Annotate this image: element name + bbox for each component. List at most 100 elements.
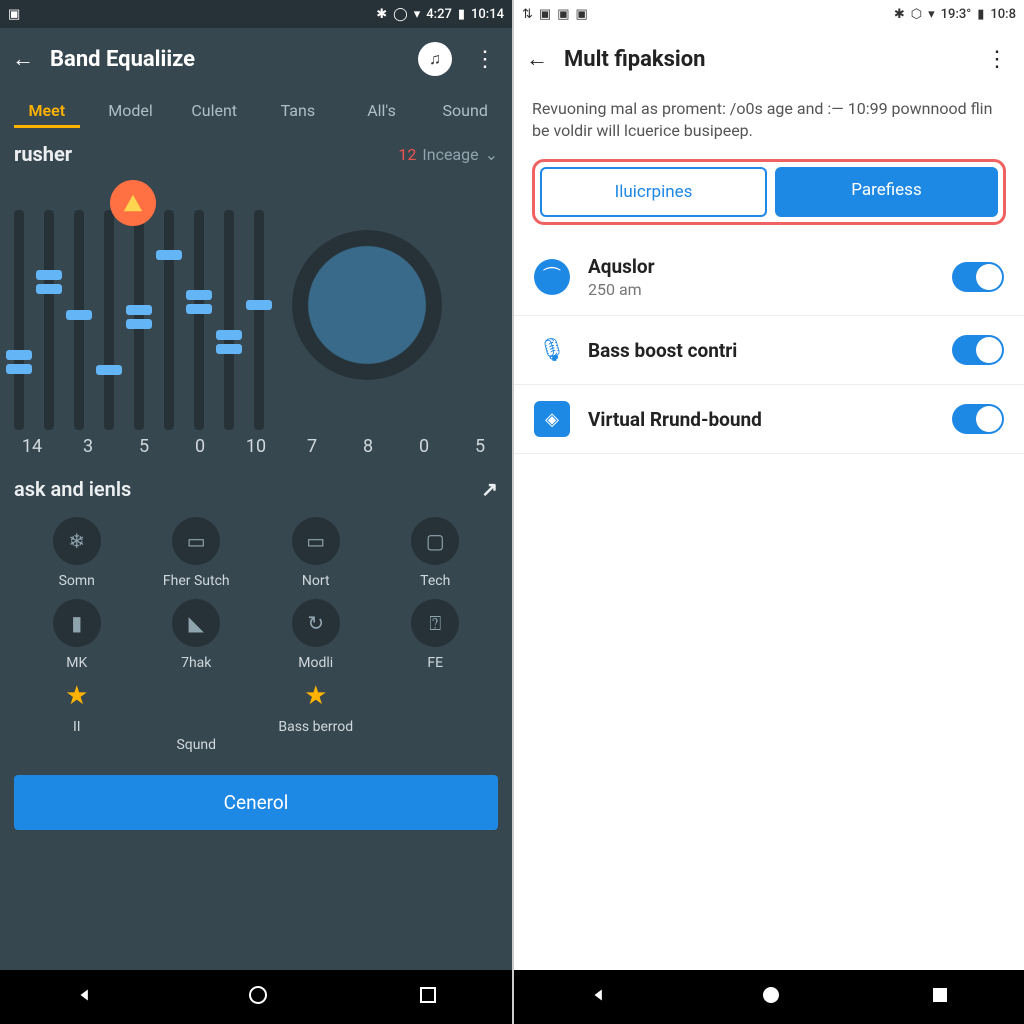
- row-virtual-surround[interactable]: ◈ Virtual Rrund-bound: [514, 385, 1024, 454]
- slider-thumb[interactable]: [66, 310, 92, 320]
- eq-slider[interactable]: [44, 210, 54, 430]
- shield-icon: ⬡: [911, 7, 922, 22]
- status-bar: ⇅ ▣ ▣ ▣ ✱ ⬡ ▾ 19:3° ▮ 10:8: [514, 0, 1024, 28]
- battery-icon: ▮: [977, 7, 984, 22]
- tab-model[interactable]: Model: [90, 101, 172, 120]
- segmented-control: Iluicrpines Parefiess: [532, 159, 1006, 225]
- app-bar: ← Band Equaliize ♫ ⋮: [0, 28, 512, 90]
- preset-item[interactable]: ▢Tech: [379, 517, 493, 589]
- preset-item[interactable]: ▮MK: [20, 599, 134, 671]
- expand-icon[interactable]: ↗: [481, 477, 498, 501]
- snowflake-icon: ✱: [894, 7, 905, 22]
- tab-sound[interactable]: Sound: [424, 101, 506, 120]
- slider-thumb[interactable]: [186, 290, 212, 300]
- star-icon: ★: [65, 681, 88, 711]
- eq-slider[interactable]: [104, 210, 114, 430]
- shield-icon: ◯: [393, 7, 408, 22]
- surround-icon: ◈: [534, 401, 570, 437]
- page-title: Mult fipaksion: [564, 47, 964, 72]
- tab-bar: Meet Model Culent Tans All's Sound: [0, 90, 512, 130]
- eq-slider[interactable]: [74, 210, 84, 430]
- music-action[interactable]: ♫: [418, 42, 452, 76]
- clock-1: 19:3°: [941, 7, 972, 22]
- scale-value: 3: [70, 436, 106, 457]
- preset-label: Tech: [420, 573, 450, 589]
- notif-icon: ▣: [557, 7, 569, 22]
- notif-icon: ⇅: [522, 7, 533, 22]
- eq-slider[interactable]: [194, 210, 204, 430]
- status-bar: ▣ ✱ ◯ ▾ 4:27 ▮ 10:14: [0, 0, 512, 28]
- preset-item[interactable]: ⍰FE: [379, 599, 493, 671]
- preset-item[interactable]: ▭Fher Sutch: [140, 517, 254, 589]
- preset-label: II: [73, 719, 81, 735]
- slider-thumb[interactable]: [126, 305, 152, 315]
- nav-bar: [0, 970, 512, 1024]
- row-bass-boost[interactable]: 🎙 Bass boost contri: [514, 316, 1024, 385]
- back-icon[interactable]: ←: [526, 46, 548, 72]
- back-icon[interactable]: ←: [12, 46, 34, 72]
- segment-b[interactable]: Parefiess: [775, 167, 998, 217]
- preset-label: Nort: [302, 573, 330, 589]
- nav-back-icon[interactable]: [589, 984, 611, 1010]
- slider-thumb[interactable]: [6, 350, 32, 360]
- preset-icon: ◣: [172, 599, 220, 647]
- overflow-menu-icon[interactable]: ⋮: [980, 47, 1012, 72]
- preset-label: FE: [427, 655, 443, 671]
- slider-thumb[interactable]: [36, 270, 62, 280]
- nav-recent-icon[interactable]: [419, 986, 437, 1008]
- preset-grid: ❄Somn▭Fher Sutch ▭ Nort ▢Tech ▮MK◣7hak↻Modli…: [0, 511, 512, 765]
- preset-icon: [172, 681, 220, 729]
- scale-value: 0: [182, 436, 218, 457]
- preset-icon: ▭: [292, 517, 340, 565]
- eq-slider[interactable]: [224, 210, 234, 430]
- preset-icon: ❄: [53, 517, 101, 565]
- nav-recent-icon[interactable]: [931, 986, 949, 1008]
- preset-item[interactable]: ◣7hak: [140, 599, 254, 671]
- gain-knob[interactable]: [292, 230, 442, 380]
- nav-home-icon[interactable]: [761, 985, 781, 1009]
- wifi-icon: ▾: [928, 7, 935, 22]
- overflow-menu-icon[interactable]: ⋮: [468, 47, 500, 72]
- description-text: Revuoning mal as proment: /o0s age and :…: [514, 90, 1024, 155]
- snowflake-icon: ✱: [376, 7, 387, 22]
- preset-item[interactable]: ▭ Nort: [259, 517, 373, 589]
- slider-thumb[interactable]: [156, 250, 182, 260]
- eq-slider[interactable]: [134, 210, 144, 430]
- scale-value: 5: [126, 436, 162, 457]
- clock-2: 10:14: [471, 7, 504, 22]
- scale-value: 7: [294, 436, 330, 457]
- slider-thumb[interactable]: [96, 365, 122, 375]
- slider-thumb[interactable]: [216, 330, 242, 340]
- preset-item[interactable]: ↻Modli: [259, 599, 373, 671]
- slider-thumb[interactable]: [246, 300, 272, 310]
- preset-mode: Inceage: [422, 145, 478, 164]
- tab-meet[interactable]: Meet: [6, 101, 88, 120]
- row-aquslor[interactable]: ⏜ Aquslor 250 am: [514, 239, 1024, 316]
- app-bar: ← Mult fipaksion ⋮: [514, 28, 1024, 90]
- battery-icon: ▮: [458, 7, 465, 22]
- nav-back-icon[interactable]: [75, 984, 97, 1010]
- preset-item[interactable]: ★ II: [20, 681, 134, 753]
- row-title: Bass boost contri: [588, 339, 934, 362]
- segment-a[interactable]: Iluicrpines: [540, 167, 767, 217]
- eq-slider[interactable]: [164, 210, 174, 430]
- nav-bar: [514, 970, 1024, 1024]
- tab-tans[interactable]: Tans: [257, 101, 339, 120]
- nav-home-icon[interactable]: [248, 985, 268, 1009]
- equalizer-screen: ▣ ✱ ◯ ▾ 4:27 ▮ 10:14 ← Band Equaliize ♫ …: [0, 0, 512, 1024]
- preset-item[interactable]: ★Bass berrod: [259, 681, 373, 753]
- notif-icon: ▣: [576, 7, 588, 22]
- toggle-switch[interactable]: [952, 404, 1004, 434]
- toggle-switch[interactable]: [952, 262, 1004, 292]
- preset-label: Fher Sutch: [163, 573, 230, 589]
- primary-button[interactable]: Cenerol: [14, 775, 498, 830]
- preset-item[interactable]: Sqund: [140, 681, 254, 753]
- preset-label: Bass berrod: [278, 719, 353, 735]
- eq-slider[interactable]: [14, 210, 24, 430]
- eq-slider[interactable]: [254, 210, 264, 430]
- chevron-down-icon[interactable]: ⌄: [485, 145, 498, 164]
- toggle-switch[interactable]: [952, 335, 1004, 365]
- tab-alls[interactable]: All's: [341, 101, 423, 120]
- tab-culent[interactable]: Culent: [173, 101, 255, 120]
- preset-item[interactable]: ❄Somn: [20, 517, 134, 589]
